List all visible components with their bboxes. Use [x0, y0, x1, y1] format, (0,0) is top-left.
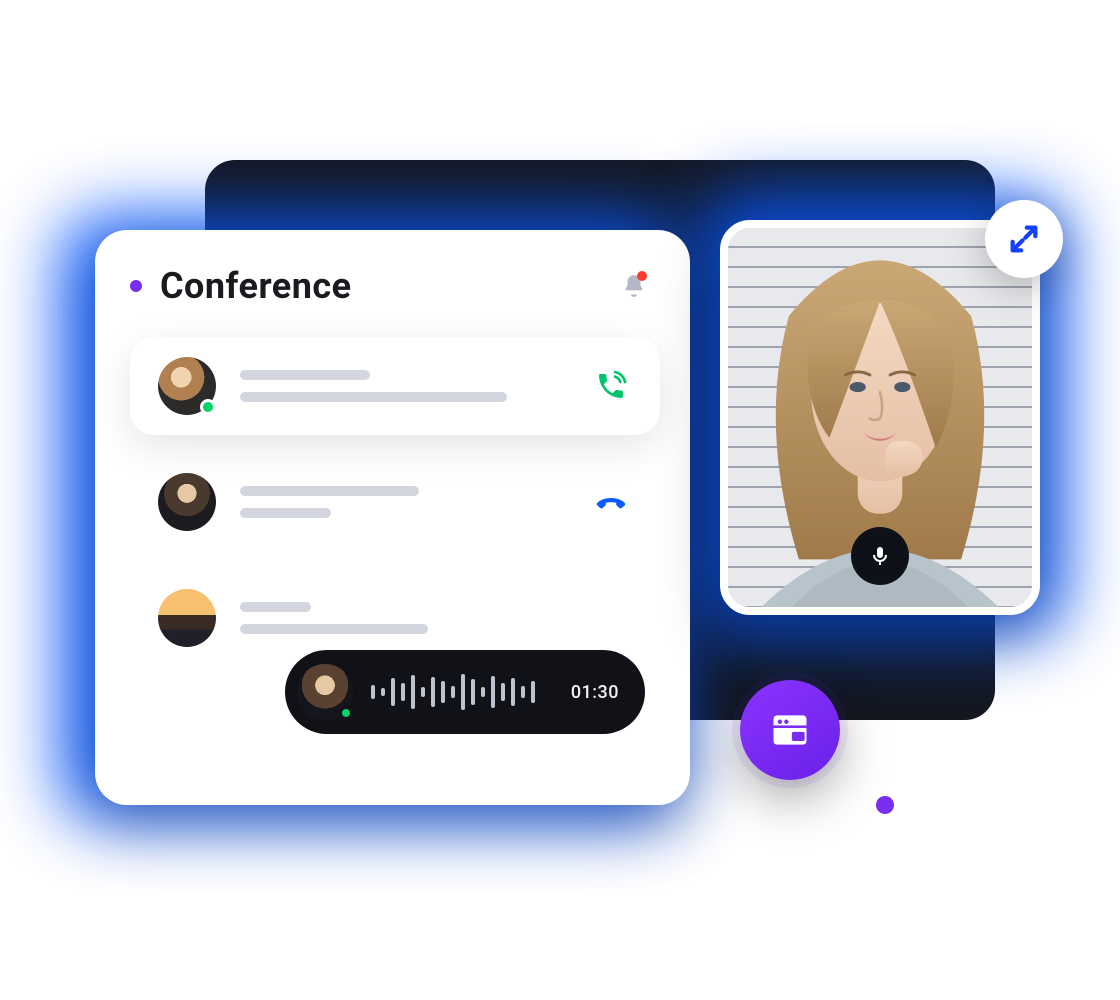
contact-text-placeholder [240, 370, 566, 402]
contact-row[interactable] [130, 337, 660, 435]
audio-waveform[interactable] [371, 672, 553, 712]
hangup-button[interactable] [590, 481, 632, 523]
video-preview[interactable] [720, 220, 1040, 615]
accent-dot-icon [876, 796, 894, 814]
voice-duration: 01:30 [571, 682, 619, 703]
conference-header: Conference [130, 265, 660, 307]
avatar [297, 664, 353, 720]
microphone-button[interactable] [851, 527, 909, 585]
presence-indicator [339, 706, 353, 720]
contact-row[interactable] [130, 453, 660, 551]
contact-text-placeholder [240, 486, 566, 518]
contact-text-placeholder [240, 602, 632, 634]
avatar [158, 589, 216, 647]
call-button[interactable] [590, 365, 632, 407]
conference-title-wrap: Conference [130, 265, 352, 307]
expand-icon [1007, 222, 1041, 256]
contact-list [130, 337, 660, 667]
phone-call-icon [595, 370, 627, 402]
expand-button[interactable] [985, 200, 1063, 278]
voice-message[interactable]: 01:30 [285, 650, 645, 734]
notifications-button[interactable] [618, 270, 650, 302]
notification-badge [637, 271, 647, 281]
window-button[interactable] [740, 680, 840, 780]
avatar [158, 357, 216, 415]
window-icon [768, 708, 812, 752]
presence-indicator [200, 399, 216, 415]
avatar [158, 473, 216, 531]
accent-dot-icon [130, 280, 142, 292]
phone-hangup-icon [595, 486, 627, 518]
conference-title: Conference [160, 265, 352, 307]
microphone-icon [868, 544, 892, 568]
